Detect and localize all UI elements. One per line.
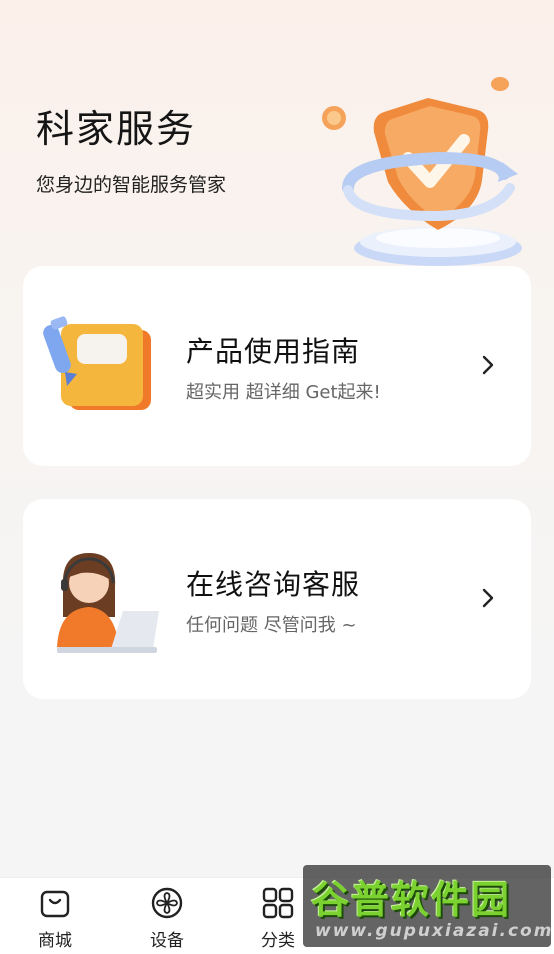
watermark: 谷普软件园 www.gupuxiazai.com (303, 865, 551, 947)
chevron-right-icon (482, 588, 494, 608)
tab-mall[interactable]: 商城 (0, 878, 110, 954)
tab-label: 商城 (38, 931, 72, 951)
tab-devices[interactable]: 设备 (112, 878, 222, 954)
support-agent-illustration (57, 553, 159, 653)
grid-icon (262, 887, 294, 919)
online-support-card[interactable]: 在线咨询客服 任何问题 尽管问我 ~ (23, 499, 531, 699)
tab-label: 设备 (150, 931, 184, 951)
watermark-logo-text: 谷普软件园 (311, 878, 512, 922)
product-guide-card[interactable]: 产品使用指南 超实用 超详细 Get起来! (23, 266, 531, 466)
page-subtitle: 您身边的智能服务管家 (36, 174, 227, 196)
page-title: 科家服务 (36, 107, 197, 151)
shopping-bag-icon (40, 890, 70, 918)
card-title: 产品使用指南 (186, 335, 361, 368)
page-header: 科家服务 您身边的智能服务管家 (0, 0, 554, 270)
card-description: 任何问题 尽管问我 ~ (186, 615, 357, 636)
card-description: 超实用 超详细 Get起来! (186, 382, 381, 403)
chevron-right-icon (482, 355, 494, 375)
fan-icon (151, 887, 183, 919)
shield-service-illustration (322, 77, 522, 266)
watermark-url: www.gupuxiazai.com (315, 921, 554, 941)
guide-book-illustration (43, 316, 151, 410)
card-title: 在线咨询客服 (186, 568, 361, 601)
